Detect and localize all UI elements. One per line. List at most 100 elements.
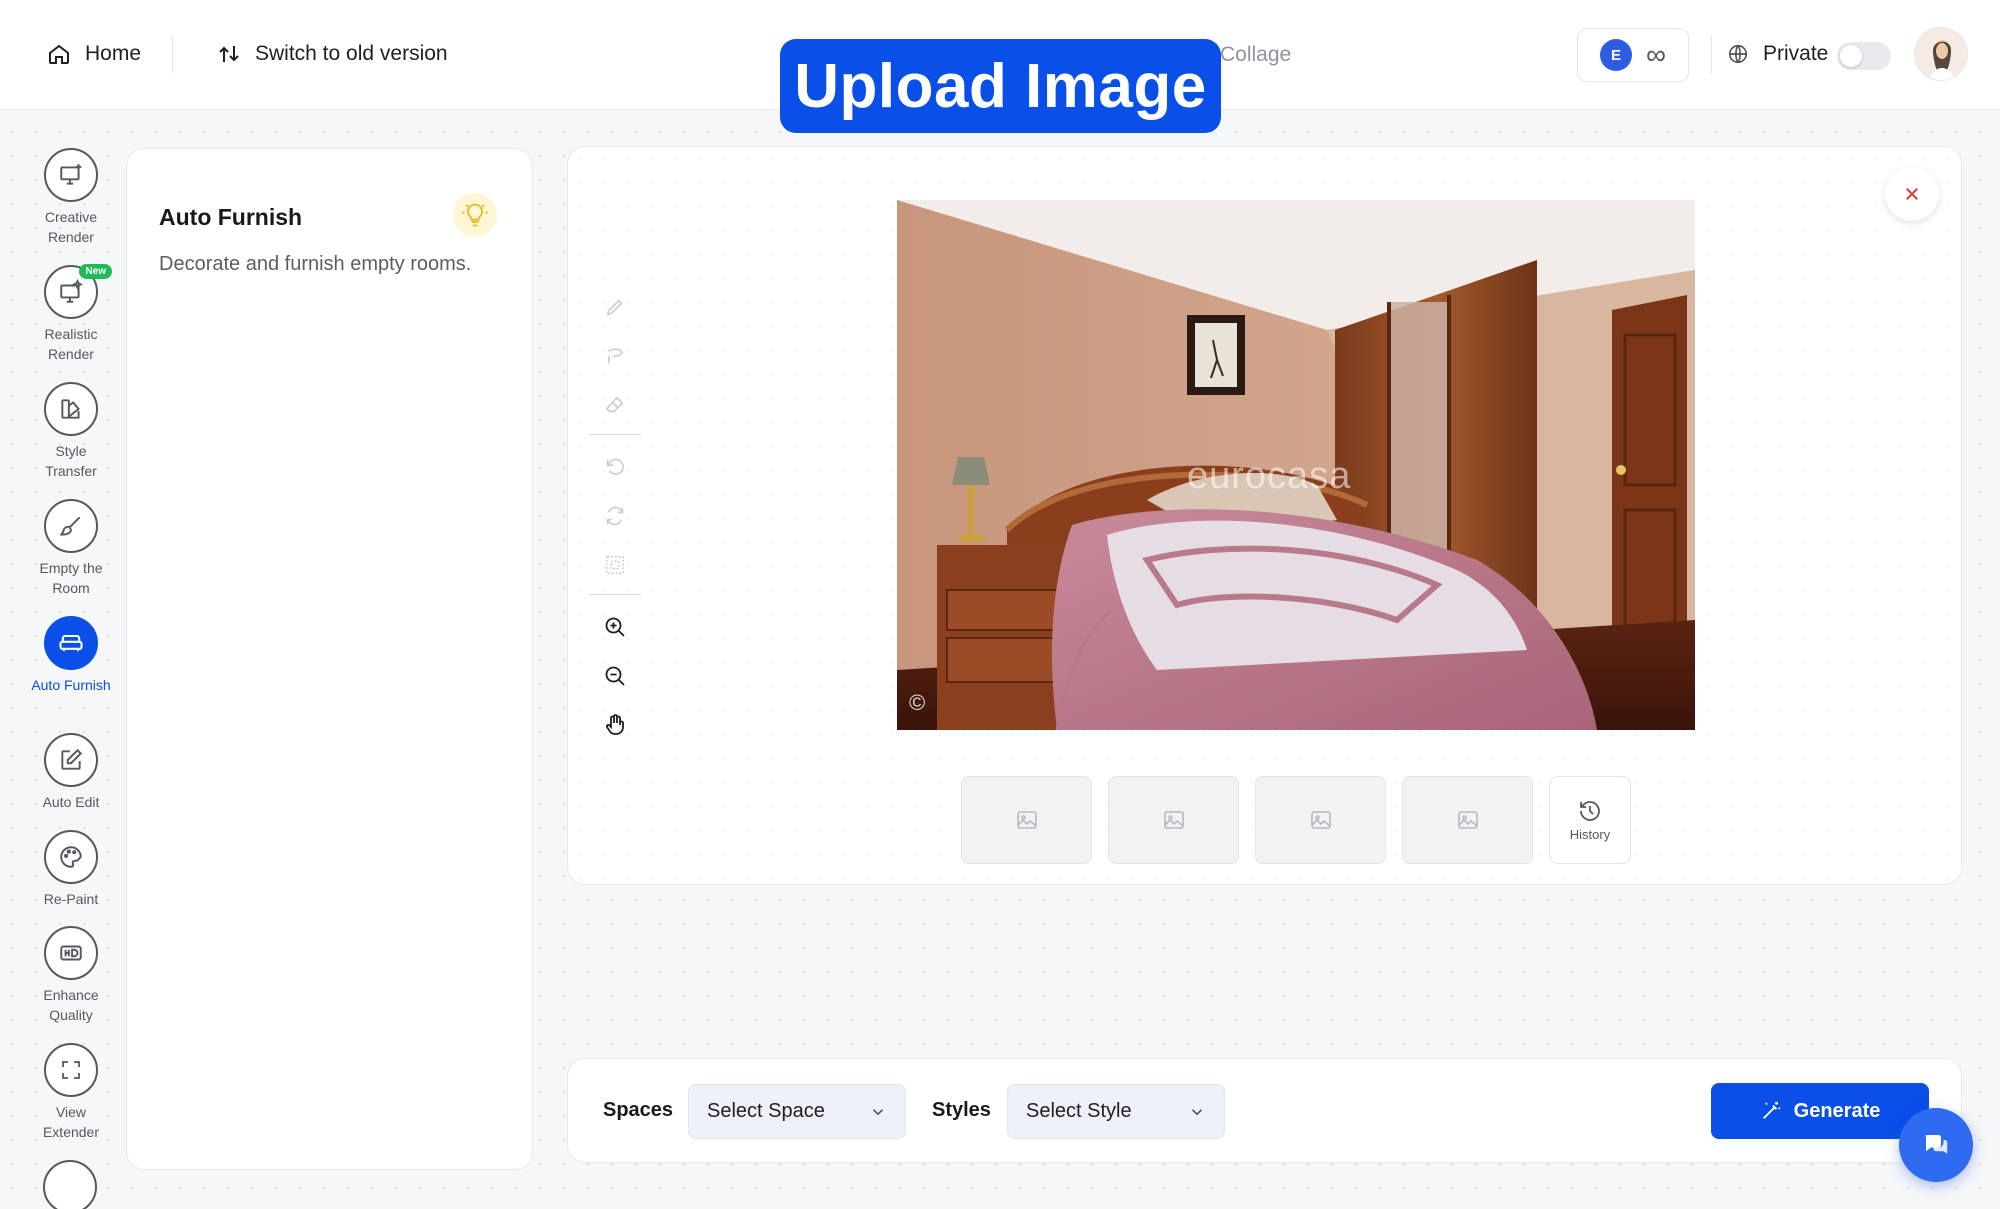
support-chat-button[interactable] [1899, 1108, 1973, 1182]
tool-title: Auto Furnish [159, 204, 303, 230]
sidebar-item-label: Empty the Room [39, 560, 103, 596]
redo-button[interactable] [595, 496, 635, 536]
upload-image-banner[interactable]: Upload Image [780, 39, 1221, 133]
tab-collage[interactable]: Collage [1220, 43, 1291, 67]
sofa-icon [59, 634, 83, 652]
image-placeholder-icon [1310, 811, 1331, 829]
rail-icon-wrap [44, 499, 98, 553]
image-watermark: eurocasa [1187, 455, 1352, 497]
hand-icon [605, 714, 624, 735]
select-area-tool[interactable] [595, 545, 635, 585]
sidebar-item-creative-render[interactable]: Creative Render [30, 148, 112, 247]
lasso-tool[interactable] [595, 336, 635, 376]
credits-value: ∞ [1646, 39, 1666, 70]
space-select-value: Select Space [707, 1100, 825, 1122]
private-label: Private [1763, 42, 1829, 65]
sidebar-item-label: View Extender [42, 1104, 100, 1140]
pan-tool[interactable] [595, 705, 635, 745]
thumbnail-slot[interactable] [1108, 776, 1239, 864]
sidebar-item-style-transfer[interactable]: Style Transfer [30, 382, 112, 481]
switch-label: Switch to old version [255, 42, 448, 65]
sidebar-item-label: Realistic Render [44, 326, 98, 362]
sidebar-item-label: Style Transfer [45, 443, 97, 479]
paint-palette-icon [60, 846, 82, 868]
toolbar-divider [589, 434, 641, 435]
rail-icon-wrap [44, 616, 98, 670]
history-label: History [1569, 826, 1611, 842]
zoom-in-icon [605, 617, 625, 637]
zoom-out-icon [605, 666, 625, 686]
sidebar-item-label: Enhance Quality [43, 987, 99, 1023]
rail-icon-wrap [44, 733, 98, 787]
thumbnail-slot[interactable] [961, 776, 1092, 864]
zoom-in-button[interactable] [595, 607, 635, 647]
generation-options-bar: Spaces Select Space Styles Select Style … [567, 1058, 1962, 1163]
switch-arrows-icon [219, 46, 239, 62]
copyright-mark: © [909, 690, 926, 715]
avatar[interactable] [1914, 27, 1968, 81]
monitor-sparkle-icon [60, 279, 83, 303]
thumbnail-slot[interactable] [1255, 776, 1386, 864]
header-divider [172, 36, 173, 74]
uploaded-room-image[interactable]: eurocasa © [897, 200, 1695, 730]
thumbnail-slot[interactable] [1402, 776, 1533, 864]
undo-button[interactable] [595, 447, 635, 487]
lightbulb-icon [462, 203, 488, 227]
toolbar-divider [589, 594, 641, 595]
chat-bubbles-icon [1925, 1135, 1948, 1154]
canvas-toolbar [588, 287, 642, 754]
style-select-value: Select Style [1026, 1100, 1132, 1122]
history-button[interactable]: History [1549, 776, 1631, 864]
sidebar-item-view-extender[interactable]: View Extender [30, 1043, 112, 1142]
user-avatar-icon [1915, 28, 1967, 80]
eraser-tool[interactable] [595, 385, 635, 425]
select-area-icon [605, 555, 625, 575]
image-placeholder-icon [1163, 811, 1184, 829]
sidebar-item-re-paint[interactable]: Re-Paint [30, 830, 112, 909]
rail-icon-wrap [44, 148, 98, 202]
lasso-icon [607, 348, 623, 364]
chevron-down-icon [872, 1108, 884, 1115]
rail-icon-wrap [44, 830, 98, 884]
history-icon [1580, 800, 1600, 821]
home-icon [49, 44, 69, 64]
monitor-plus-icon [60, 164, 82, 185]
private-toggle[interactable] [1837, 42, 1891, 70]
sidebar-item-label: Auto Edit [42, 794, 100, 810]
rail-icon-wrap [44, 1043, 98, 1097]
pencil-icon [606, 299, 623, 316]
credits-indicator[interactable]: E ∞ [1577, 28, 1689, 82]
home-link[interactable]: Home [47, 42, 141, 66]
undo-icon [606, 458, 624, 475]
private-label-group: Private [1727, 42, 1828, 66]
image-placeholder-icon [1016, 811, 1037, 829]
close-image-button[interactable] [1885, 167, 1939, 221]
header-divider-2 [1711, 36, 1712, 74]
sidebar-item-empty-the-room[interactable]: Empty the Room [30, 499, 112, 598]
sidebar-item-partial[interactable] [43, 1160, 97, 1209]
sidebar-item-label: Creative Render [44, 209, 98, 245]
new-badge: New [79, 264, 112, 279]
sidebar-item-label: Re-Paint [43, 891, 99, 907]
refresh-icon [606, 506, 624, 526]
sidebar-item-enhance-quality[interactable]: Enhance Quality [30, 926, 112, 1025]
palette-swatch-icon [61, 399, 80, 419]
toggle-knob [1840, 45, 1862, 67]
sidebar-item-auto-furnish[interactable]: Auto Furnish [30, 616, 112, 695]
chevron-down-icon [1191, 1108, 1203, 1115]
switch-old-version-link[interactable]: Switch to old version [217, 42, 448, 66]
style-select[interactable]: Select Style [1007, 1084, 1225, 1139]
sidebar-item-label: Auto Furnish [31, 677, 111, 693]
spaces-label: Spaces [603, 1099, 674, 1121]
zoom-out-button[interactable] [595, 656, 635, 696]
rail-icon-wrap [44, 382, 98, 436]
brush-tool[interactable] [595, 287, 635, 327]
styles-label: Styles [932, 1099, 991, 1121]
space-select[interactable]: Select Space [688, 1084, 906, 1139]
sidebar-item-realistic-render[interactable]: New Realistic Render [30, 264, 112, 364]
tips-button[interactable] [453, 193, 497, 237]
magic-wand-icon [1762, 1101, 1780, 1119]
tool-info-panel: Auto Furnish Decorate and furnish empty … [126, 148, 533, 1170]
generate-button[interactable]: Generate [1711, 1083, 1929, 1139]
sidebar-item-auto-edit[interactable]: Auto Edit [30, 733, 112, 812]
